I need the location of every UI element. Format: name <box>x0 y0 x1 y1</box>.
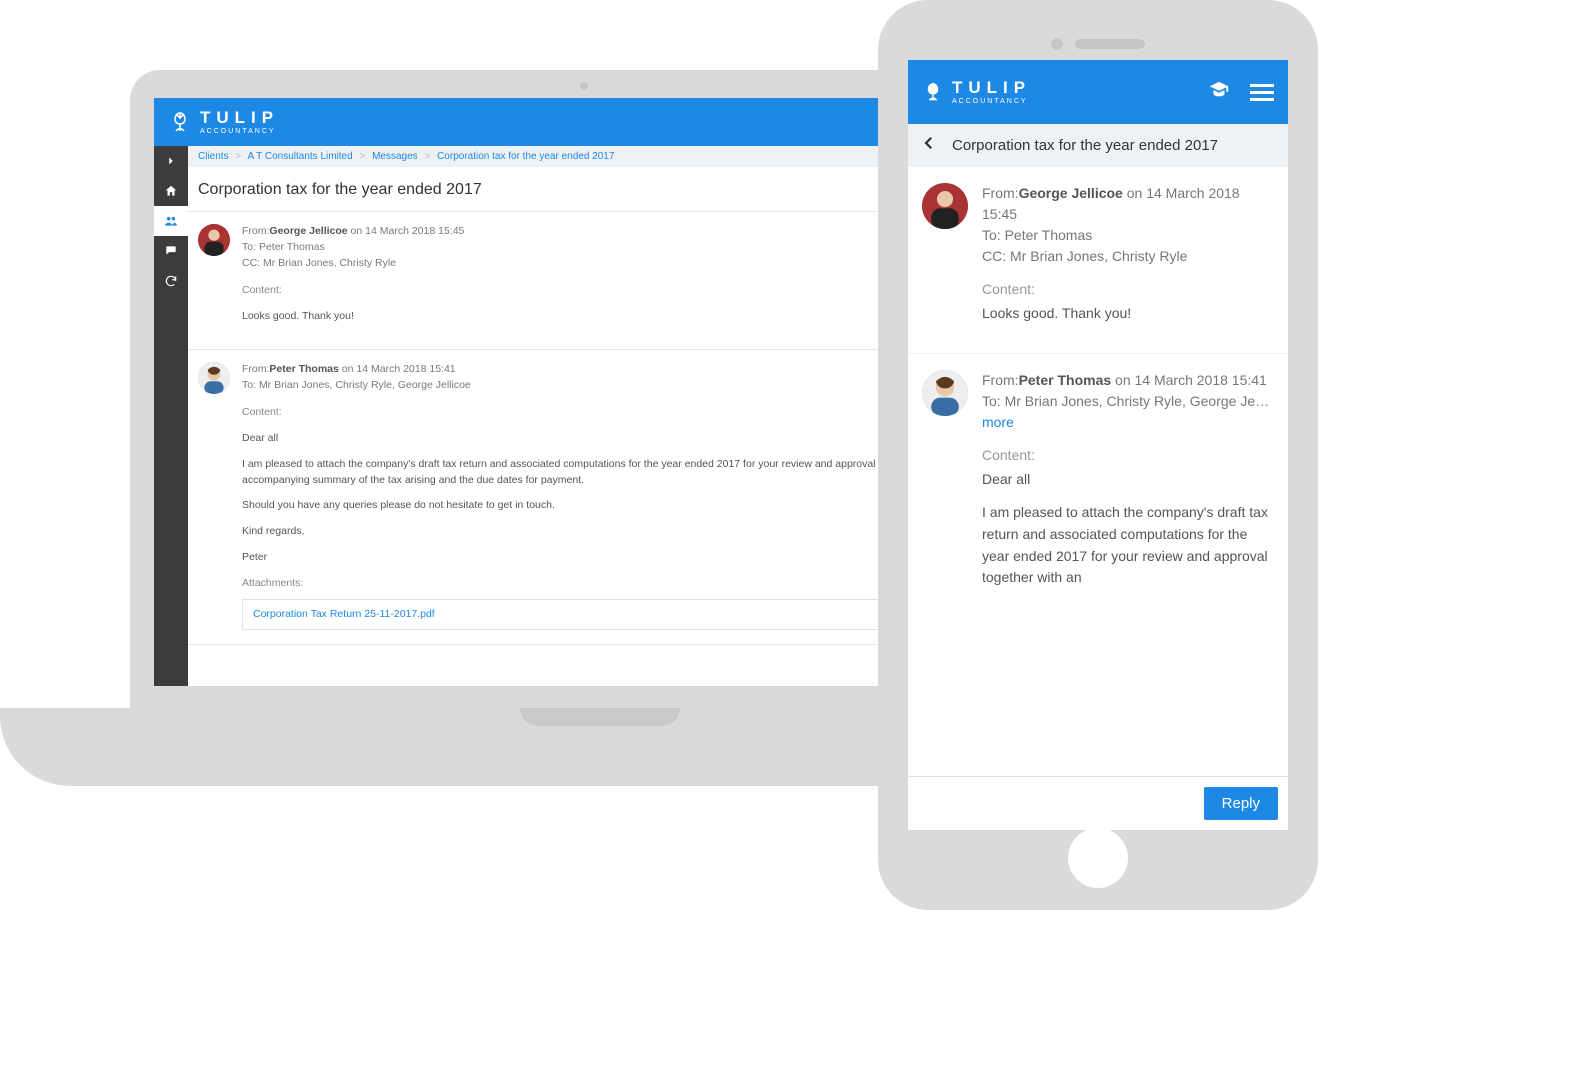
message-paragraph: I am pleased to attach the company's dra… <box>982 502 1274 589</box>
to-label: To: <box>982 393 1001 409</box>
message-to: Peter Thomas <box>259 241 325 253</box>
content-label: Content: <box>982 281 1274 297</box>
from-label: From: <box>242 225 269 237</box>
message-from-line: From:George Jellicoe on 14 March 2018 15… <box>982 183 1274 225</box>
on-label: on <box>1127 185 1143 201</box>
on-label: on <box>1115 372 1131 388</box>
message-cc: Mr Brian Jones, Christy Ryle <box>1010 248 1187 264</box>
message-from-name: George Jellicoe <box>269 225 347 237</box>
mobile-footer: Reply <box>908 776 1288 830</box>
message-cc-line: CC: Mr Brian Jones, Christy Ryle <box>982 246 1274 267</box>
message-from-name: Peter Thomas <box>1019 372 1112 388</box>
sidebar-collapse[interactable] <box>154 146 188 176</box>
message-item: From:Peter Thomas on 14 March 2018 15:41… <box>908 353 1288 617</box>
tulip-icon <box>922 81 944 103</box>
to-label: To: <box>242 379 256 391</box>
sidebar-item-clients[interactable] <box>154 206 188 236</box>
brand-name: TULIP <box>200 109 279 126</box>
back-button[interactable] <box>920 134 938 157</box>
avatar <box>198 224 230 256</box>
on-label: on <box>342 363 354 375</box>
message-sent: 14 March 2018 15:41 <box>1135 372 1267 388</box>
content-label: Content: <box>982 447 1274 463</box>
phone-home-button[interactable] <box>1068 828 1128 888</box>
phone-speaker <box>1051 38 1145 50</box>
breadcrumb-separator: > <box>359 151 365 162</box>
breadcrumb-clients[interactable]: Clients <box>198 151 229 162</box>
brand-logo[interactable]: TULIP ACCOUNTANCY <box>922 79 1031 105</box>
avatar <box>198 362 230 394</box>
message-to-line: To: Peter Thomas <box>982 225 1274 246</box>
on-label: on <box>351 225 363 237</box>
brand-subtitle: ACCOUNTANCY <box>200 128 279 135</box>
sidebar-item-refresh[interactable] <box>154 266 188 296</box>
message-item: From:George Jellicoe on 14 March 2018 15… <box>908 167 1288 353</box>
phone-device: TULIP ACCOUNTANCY Corporation tax for th… <box>878 0 1318 910</box>
page-title: Corporation tax for the year ended 2017 <box>952 137 1218 154</box>
message-to: Mr Brian Jones, Christy Ryle, George Je… <box>1005 393 1270 409</box>
from-label: From: <box>982 185 1019 201</box>
phone-earpiece <box>1075 39 1145 49</box>
message-text: Dear all I am pleased to attach the comp… <box>982 469 1274 589</box>
message-from-name: George Jellicoe <box>1019 185 1123 201</box>
brand-subtitle: ACCOUNTANCY <box>952 98 1031 105</box>
laptop-camera <box>580 82 588 90</box>
message-from-line: From:Peter Thomas on 14 March 2018 15:41 <box>982 370 1274 391</box>
message-body: From:George Jellicoe on 14 March 2018 15… <box>982 183 1274 337</box>
message-to-line: To: Mr Brian Jones, Christy Ryle, George… <box>982 391 1274 412</box>
mobile-header: TULIP ACCOUNTANCY <box>908 60 1288 124</box>
avatar <box>922 370 968 416</box>
phone-screen: TULIP ACCOUNTANCY Corporation tax for th… <box>908 60 1288 830</box>
tulip-icon <box>168 110 192 134</box>
message-text: Looks good. Thank you! <box>982 303 1274 325</box>
breadcrumb-separator: > <box>235 151 241 162</box>
chat-icon <box>164 244 178 258</box>
sidebar-nav <box>154 146 188 686</box>
from-label: From: <box>242 363 269 375</box>
breadcrumb-separator: > <box>424 151 430 162</box>
home-icon <box>164 184 178 198</box>
brand-logo[interactable]: TULIP ACCOUNTANCY <box>168 109 279 135</box>
mobile-scroll[interactable]: From:George Jellicoe on 14 March 2018 15… <box>908 167 1288 776</box>
sidebar-item-messages[interactable] <box>154 236 188 266</box>
message-paragraph: Looks good. Thank you! <box>982 303 1274 325</box>
cc-label: CC: <box>982 248 1006 264</box>
to-label: To: <box>242 241 256 253</box>
attachment-link[interactable]: Corporation Tax Return 25-11-2017.pdf <box>253 608 435 620</box>
breadcrumb-thread[interactable]: Corporation tax for the year ended 2017 <box>437 151 614 162</box>
breadcrumb-messages[interactable]: Messages <box>372 151 418 162</box>
breadcrumb-client-name[interactable]: A T Consultants Limited <box>247 151 352 162</box>
from-label: From: <box>982 372 1019 388</box>
message-sent: 14 March 2018 15:45 <box>365 225 464 237</box>
message-cc: Mr Brian Jones, Christy Ryle <box>263 257 396 269</box>
menu-button[interactable] <box>1250 80 1274 105</box>
users-icon <box>164 214 178 228</box>
brand-name: TULIP <box>952 79 1031 96</box>
laptop-notch <box>520 708 680 726</box>
reply-button[interactable]: Reply <box>1204 787 1278 820</box>
to-label: To: <box>982 227 1001 243</box>
message-from-name: Peter Thomas <box>269 363 338 375</box>
sidebar-item-home[interactable] <box>154 176 188 206</box>
message-body: From:Peter Thomas on 14 March 2018 15:41… <box>982 370 1274 601</box>
chevron-right-icon <box>164 154 178 168</box>
message-to: Mr Brian Jones, Christy Ryle, George Jel… <box>259 379 471 391</box>
refresh-icon <box>164 274 178 288</box>
avatar <box>922 183 968 229</box>
message-sent: 14 March 2018 15:41 <box>356 363 455 375</box>
message-paragraph: Dear all <box>982 469 1274 491</box>
message-to: Peter Thomas <box>1005 227 1093 243</box>
cc-label: CC: <box>242 257 260 269</box>
graduation-icon[interactable] <box>1208 79 1230 106</box>
expand-more-link[interactable]: more <box>982 414 1014 430</box>
phone-camera <box>1051 38 1063 50</box>
chevron-left-icon <box>920 134 938 152</box>
mobile-titlebar: Corporation tax for the year ended 2017 <box>908 124 1288 167</box>
